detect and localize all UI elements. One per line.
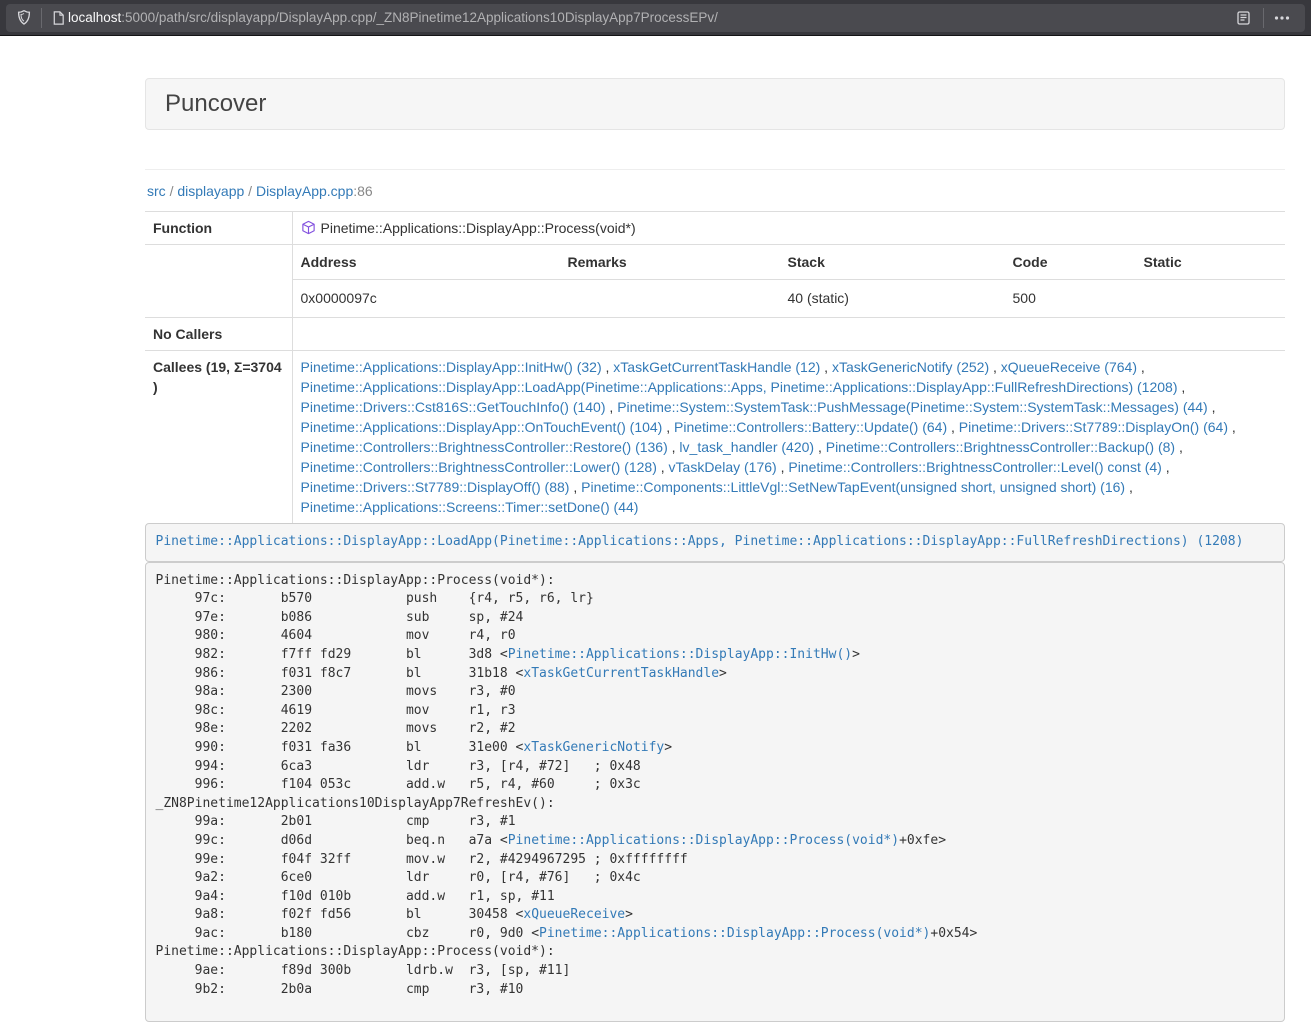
- column-header-static: Static: [1136, 245, 1286, 280]
- callee-link[interactable]: Pinetime::Applications::DisplayApp::OnTo…: [301, 419, 663, 435]
- callee-link[interactable]: Pinetime::Drivers::Cst816S::GetTouchInfo…: [301, 399, 606, 415]
- breadcrumb-separator: /: [248, 183, 252, 199]
- callee-line: Pinetime::Controllers::BrightnessControl…: [301, 457, 1278, 477]
- callee-line: Pinetime::Applications::Screens::Timer::…: [301, 497, 1278, 517]
- callee-link[interactable]: xQueueReceive (764): [1001, 359, 1137, 375]
- page-icon[interactable]: [51, 10, 66, 26]
- callee-link[interactable]: Pinetime::Controllers::BrightnessControl…: [301, 439, 668, 455]
- asm-symbol-link[interactable]: Pinetime::Applications::DisplayApp::Proc…: [508, 833, 899, 848]
- callee-line: Pinetime::Applications::DisplayApp::Init…: [301, 357, 1278, 377]
- reader-mode-icon[interactable]: [1235, 9, 1252, 27]
- callee-link[interactable]: Pinetime::Controllers::BrightnessControl…: [788, 459, 1161, 475]
- callee-link[interactable]: Pinetime::Drivers::St7789::DisplayOn() (…: [959, 419, 1228, 435]
- callee-link[interactable]: Pinetime::Applications::DisplayApp::Init…: [301, 359, 602, 375]
- package-cube-icon: [301, 220, 316, 235]
- breadcrumb-link-file[interactable]: DisplayApp.cpp: [256, 183, 353, 199]
- callees-row: Callees (19, Σ=3704 ) Pinetime::Applicat…: [145, 351, 1285, 524]
- static-value: [1136, 280, 1286, 318]
- page-title: Puncover: [165, 91, 1265, 117]
- symbol-table: Function Pinetime::Applications::Display…: [145, 211, 1285, 523]
- remarks-value: [560, 280, 780, 318]
- column-header-stack: Stack: [780, 245, 1005, 280]
- divider: [1263, 8, 1264, 28]
- asm-symbol-link[interactable]: xTaskGetCurrentTaskHandle: [523, 666, 719, 681]
- callee-link[interactable]: Pinetime::Drivers::St7789::DisplayOff() …: [301, 479, 570, 495]
- breadcrumb-link-src[interactable]: src: [147, 183, 166, 199]
- callee-line: Pinetime::Applications::DisplayApp::OnTo…: [301, 417, 1278, 437]
- callee-line: Pinetime::Controllers::BrightnessControl…: [301, 437, 1278, 457]
- callee-link[interactable]: lv_task_handler (420): [679, 439, 814, 455]
- asm-symbol-link[interactable]: Pinetime::Applications::DisplayApp::Init…: [508, 647, 852, 662]
- column-header-remarks: Remarks: [560, 245, 780, 280]
- callees-label: Callees (19, Σ=3704 ): [145, 351, 292, 524]
- function-row: Function Pinetime::Applications::Display…: [145, 212, 1285, 245]
- callee-line: Pinetime::Applications::DisplayApp::Load…: [301, 377, 1278, 397]
- callee-link[interactable]: Pinetime::Controllers::Battery::Update()…: [674, 419, 947, 435]
- url-input[interactable]: localhost:5000/path/src/displayapp/Displ…: [68, 10, 1235, 25]
- highlighted-line-link[interactable]: Pinetime::Applications::DisplayApp::Load…: [156, 534, 1244, 549]
- divider-rule: [145, 169, 1285, 170]
- breadcrumb-line-number: :86: [353, 183, 372, 199]
- metrics-values-row: 0x0000097c 40 (static) 500: [293, 280, 1286, 318]
- asm-symbol-link[interactable]: xTaskGenericNotify: [523, 740, 664, 755]
- app-header-panel: Puncover: [145, 78, 1285, 130]
- no-callers-label: No Callers: [145, 318, 292, 351]
- breadcrumb-separator: /: [170, 183, 174, 199]
- url-host: localhost: [68, 10, 121, 25]
- shield-icon[interactable]: [16, 9, 32, 26]
- function-name: Pinetime::Applications::DisplayApp::Proc…: [321, 220, 636, 236]
- callee-link[interactable]: xTaskGenericNotify (252): [832, 359, 989, 375]
- callee-link[interactable]: Pinetime::Controllers::BrightnessControl…: [301, 459, 657, 475]
- url-bar[interactable]: localhost:5000/path/src/displayapp/Displ…: [6, 4, 1305, 32]
- page-actions-menu-icon[interactable]: [1273, 9, 1291, 27]
- function-label: Function: [145, 212, 292, 245]
- callee-link[interactable]: Pinetime::Applications::DisplayApp::Load…: [301, 379, 1178, 395]
- address-value: 0x0000097c: [293, 280, 560, 318]
- divider: [41, 8, 42, 28]
- asm-symbol-link[interactable]: Pinetime::Applications::DisplayApp::Proc…: [539, 926, 930, 941]
- column-header-code: Code: [1005, 245, 1136, 280]
- callee-link[interactable]: Pinetime::Controllers::BrightnessControl…: [826, 439, 1175, 455]
- metrics-row: Address Remarks Stack Code Static 0x0000…: [145, 245, 1285, 318]
- url-path: :5000/path/src/displayapp/DisplayApp.cpp…: [121, 10, 718, 25]
- highlighted-source-line: Pinetime::Applications::DisplayApp::Load…: [145, 523, 1285, 562]
- asm-symbol-link[interactable]: xQueueReceive: [523, 907, 625, 922]
- callees-list: Pinetime::Applications::DisplayApp::Init…: [292, 351, 1285, 524]
- callee-link[interactable]: xTaskGetCurrentTaskHandle (12): [613, 359, 820, 375]
- callee-link[interactable]: Pinetime::Components::LittleVgl::SetNewT…: [581, 479, 1125, 495]
- assembly-listing: Pinetime::Applications::DisplayApp::Proc…: [145, 562, 1285, 1022]
- no-callers-row: No Callers: [145, 318, 1285, 351]
- metrics-table: Address Remarks Stack Code Static 0x0000…: [293, 245, 1286, 317]
- function-name-cell: Pinetime::Applications::DisplayApp::Proc…: [292, 212, 1285, 245]
- callee-link[interactable]: Pinetime::System::SystemTask::PushMessag…: [617, 399, 1208, 415]
- callee-line: Pinetime::Drivers::St7789::DisplayOff() …: [301, 477, 1278, 497]
- page-container: Puncover src / displayapp / DisplayApp.c…: [145, 78, 1285, 1022]
- callee-link[interactable]: vTaskDelay (176): [669, 459, 777, 475]
- breadcrumb: src / displayapp / DisplayApp.cpp:86: [147, 181, 1285, 201]
- column-header-address: Address: [293, 245, 560, 280]
- callee-line: Pinetime::Drivers::Cst816S::GetTouchInfo…: [301, 397, 1278, 417]
- stack-value: 40 (static): [780, 280, 1005, 318]
- browser-toolbar: localhost:5000/path/src/displayapp/Displ…: [0, 0, 1311, 36]
- breadcrumb-link-displayapp[interactable]: displayapp: [177, 183, 244, 199]
- callee-link[interactable]: Pinetime::Applications::Screens::Timer::…: [301, 499, 639, 515]
- code-value: 500: [1005, 280, 1136, 318]
